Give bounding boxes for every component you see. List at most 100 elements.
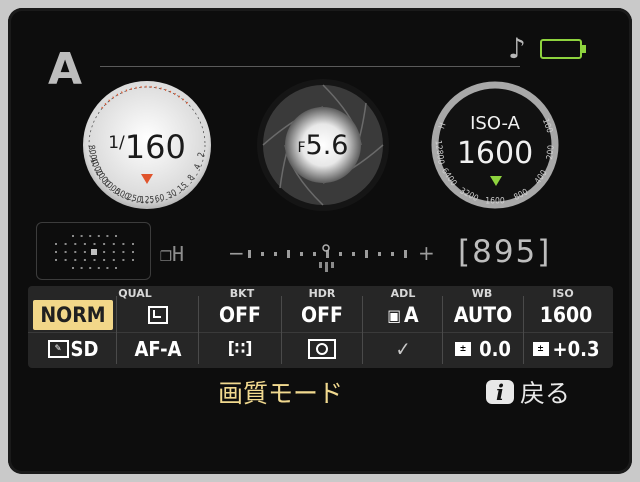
af-point	[103, 251, 106, 253]
exposure-compensation-item[interactable]: ± +0.3	[524, 334, 608, 364]
meter-tick	[300, 252, 303, 256]
metering-icon	[308, 339, 336, 359]
exposure-mode: A	[48, 44, 83, 95]
battery-icon	[540, 39, 586, 59]
iso-item[interactable]: 1600	[524, 300, 608, 330]
shutter-scale-label: 30	[165, 188, 178, 201]
af-point	[64, 251, 67, 253]
af-point	[115, 235, 117, 237]
af-point	[64, 259, 67, 261]
hdr-item[interactable]: OFF	[282, 300, 362, 330]
af-area-item[interactable]: [∷]	[200, 334, 280, 364]
af-point	[83, 243, 86, 245]
picture-control-icon: ✎	[47, 340, 69, 358]
caption-hdr: HDR	[308, 287, 336, 300]
af-point	[122, 259, 125, 261]
iso-scale-label: 200	[545, 144, 557, 160]
af-point	[132, 259, 134, 261]
af-point	[103, 243, 106, 245]
af-point	[55, 259, 57, 261]
image-quality-item[interactable]: NORM	[33, 300, 113, 330]
adl-icon: ▣	[387, 305, 401, 325]
shutter-scale-label: 60	[154, 193, 166, 205]
af-point	[55, 243, 57, 245]
af-point	[122, 243, 125, 245]
caption-adl: ADL	[390, 287, 416, 300]
image-size-icon	[148, 306, 168, 324]
flash-comp-icon: ±	[455, 342, 472, 356]
meter-tick	[248, 250, 251, 258]
selected-item-label: 画質モード	[218, 379, 344, 408]
af-point	[106, 267, 109, 269]
meter-tick	[391, 252, 394, 256]
focus-mode-item[interactable]: AF-A	[118, 334, 198, 364]
shutter-scale-label: 8	[186, 173, 197, 183]
aperture-prefix: F	[297, 140, 306, 156]
white-balance-item[interactable]: AUTO	[443, 300, 523, 330]
iso-dial[interactable]: ISO-A 1600 H 12800 6400 3200 1600 800 400 200 10…	[428, 78, 562, 212]
af-point-grid	[36, 222, 151, 280]
meter-tick	[378, 252, 381, 256]
iso-scale-label: 800	[512, 187, 530, 203]
frames-remaining: [895]	[458, 234, 552, 270]
back-label: 戻る	[520, 379, 571, 408]
iso-scale-label: 12800	[432, 140, 445, 166]
meter-tick	[352, 252, 355, 256]
caption-bkt: BKT	[229, 287, 255, 300]
af-point	[64, 243, 67, 245]
caption-wb: WB	[471, 287, 493, 300]
flash-mode-item[interactable]: ✓	[363, 334, 443, 364]
af-point	[83, 251, 86, 253]
af-point	[132, 251, 134, 253]
shutter-speed-dial[interactable]: 1/160 8000 4000 2000 1000 500 250 125 60 30 15 8 4 2	[80, 78, 214, 212]
meter-plus: +	[418, 241, 435, 265]
af-point	[112, 251, 115, 253]
column-separator	[198, 296, 199, 364]
shutter-scale-label: 2	[196, 151, 207, 158]
af-point	[89, 267, 92, 269]
af-points	[55, 235, 134, 269]
af-point	[103, 259, 106, 261]
aperture-value: F5.6	[256, 130, 390, 161]
caption-iso: ISO	[552, 287, 574, 300]
caption-qual: QUAL	[118, 287, 152, 300]
bracketing-item[interactable]: OFF	[200, 300, 280, 330]
aperture-dial[interactable]: F5.6	[256, 78, 390, 212]
music-note-icon: ♪	[508, 32, 526, 65]
shutter-scale-label: 15	[176, 180, 190, 194]
iso-scale-label: 100	[540, 117, 554, 134]
af-point	[122, 251, 125, 253]
af-area-icon: [∷]	[227, 339, 253, 359]
flash-icon: ✓	[395, 337, 411, 361]
meter-tick	[261, 252, 264, 256]
flash-compensation-item[interactable]: ±0.0	[443, 334, 523, 364]
exposure-comp-value: +0.3	[552, 337, 600, 361]
settings-panel: QUAL BKT HDR ADL WB ISO NORM OFF OFF ▣ A …	[28, 286, 613, 368]
af-point	[80, 267, 83, 269]
af-point	[93, 259, 96, 261]
iso-scale-label: 400	[533, 168, 550, 186]
aperture-number: 5.6	[305, 130, 349, 161]
meter-tick	[365, 250, 368, 258]
info-i-icon: i	[486, 380, 514, 405]
shutter-scale-label: 4	[192, 163, 203, 172]
meter-tick	[339, 252, 342, 256]
iso-scale-label: 6400	[439, 167, 458, 189]
af-point	[97, 235, 100, 237]
af-point	[112, 243, 115, 245]
af-point	[89, 235, 92, 237]
camera-screen: A ♪ 1/160 8000 4000 2000 1000 500 250 125 60 30 1…	[8, 8, 632, 474]
picture-control-item[interactable]: ✎ SD	[33, 334, 113, 364]
af-point	[74, 251, 77, 253]
af-point	[55, 251, 57, 253]
back-button[interactable]: i 戻る	[486, 374, 570, 410]
shutter-scale: 8000400020001000500250125 60 3015842	[86, 144, 207, 205]
meter-tick	[313, 252, 316, 256]
metering-item[interactable]	[282, 334, 362, 364]
divider	[100, 66, 520, 67]
column-separator	[116, 296, 117, 364]
adl-item[interactable]: ▣ A	[363, 300, 443, 330]
af-point	[72, 235, 74, 237]
af-point	[112, 259, 115, 261]
image-size-item[interactable]	[118, 300, 198, 330]
